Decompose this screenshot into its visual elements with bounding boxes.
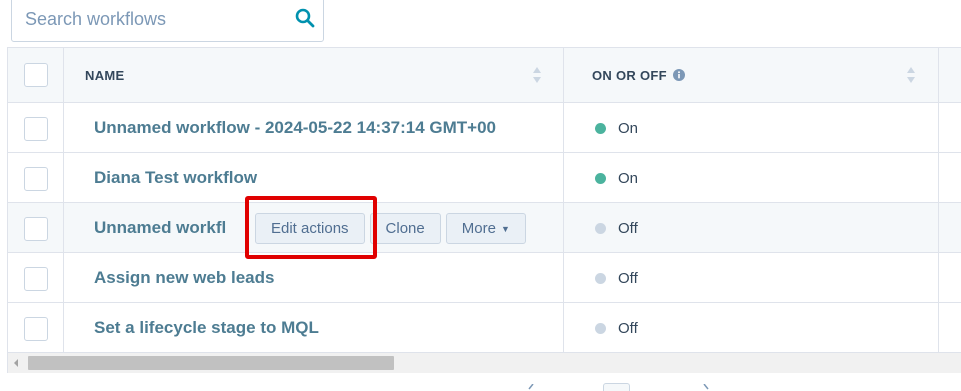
- search-box: [11, 0, 324, 42]
- row-checkbox[interactable]: [24, 117, 48, 141]
- status-cell: On: [595, 103, 638, 153]
- search-input[interactable]: [12, 0, 272, 41]
- status-off-dot: [595, 222, 606, 234]
- pagination-prev-icon[interactable]: [528, 384, 534, 391]
- pagination-current-page[interactable]: [603, 383, 630, 391]
- workflow-name-link[interactable]: Assign new web leads: [94, 253, 274, 303]
- status-off-dot: [595, 322, 606, 334]
- sort-icon[interactable]: [906, 65, 916, 85]
- column-divider: [63, 48, 64, 354]
- row-checkbox[interactable]: [24, 217, 48, 241]
- column-header-name[interactable]: NAME: [85, 48, 124, 102]
- workflow-name-link[interactable]: Diana Test workflow: [94, 153, 257, 203]
- column-header-status-label: ON OR OFF: [592, 67, 667, 83]
- caret-down-icon: ▼: [500, 223, 510, 234]
- status-cell: Off: [595, 303, 638, 353]
- table-row: Assign new web leads Off: [8, 253, 961, 303]
- table-row: Unnamed workflow - 2024-05-22 14:37:14 G…: [8, 103, 961, 153]
- status-label: Off: [618, 269, 638, 287]
- status-cell: On: [595, 153, 638, 203]
- more-button-label: More: [461, 220, 496, 237]
- scrollbar-thumb[interactable]: [28, 356, 394, 370]
- row-checkbox[interactable]: [24, 317, 48, 341]
- workflow-name-link[interactable]: Set a lifecycle stage to MQL: [94, 303, 319, 353]
- table-row: Diana Test workflow On: [8, 153, 961, 203]
- row-checkbox[interactable]: [24, 267, 48, 291]
- row-hover-actions: Edit actions Clone More ▼: [255, 213, 531, 245]
- column-divider: [938, 48, 939, 354]
- status-label: Off: [618, 319, 638, 337]
- workflow-name-link[interactable]: Unnamed workflow - 2024-05-22 14:37:14 G…: [94, 103, 496, 153]
- more-button[interactable]: More ▼: [445, 213, 526, 244]
- status-label: On: [618, 119, 639, 137]
- edit-actions-button[interactable]: Edit actions: [255, 213, 365, 244]
- column-divider: [563, 48, 564, 354]
- search-icon[interactable]: [295, 8, 315, 28]
- info-icon[interactable]: [672, 69, 685, 81]
- sort-icon[interactable]: [532, 65, 542, 85]
- status-label: On: [618, 169, 639, 187]
- column-header-status[interactable]: ON OR OFF: [592, 48, 685, 102]
- status-cell: Off: [595, 253, 638, 303]
- status-cell: Off: [595, 203, 638, 253]
- status-label: Off: [618, 219, 638, 237]
- table-row: Set a lifecycle stage to MQL Off: [8, 303, 961, 353]
- clone-button[interactable]: Clone: [369, 213, 441, 244]
- pagination-next-icon[interactable]: [703, 384, 709, 391]
- status-off-dot: [595, 272, 606, 284]
- scroll-left-arrow-icon[interactable]: [12, 359, 20, 367]
- table-header: NAME ON OR OFF: [8, 48, 961, 103]
- table-row: Unnamed workfl Edit actions Clone More ▼…: [8, 203, 961, 253]
- column-header-name-label: NAME: [85, 67, 125, 83]
- horizontal-scrollbar[interactable]: [7, 353, 961, 373]
- workflows-table: NAME ON OR OFF Unnamed workflow - 2024-0…: [7, 47, 961, 354]
- select-all-checkbox[interactable]: [24, 63, 48, 87]
- status-on-dot: [595, 122, 606, 134]
- status-on-dot: [595, 172, 606, 184]
- workflow-name-link[interactable]: Unnamed workfl: [94, 203, 226, 253]
- row-checkbox[interactable]: [24, 167, 48, 191]
